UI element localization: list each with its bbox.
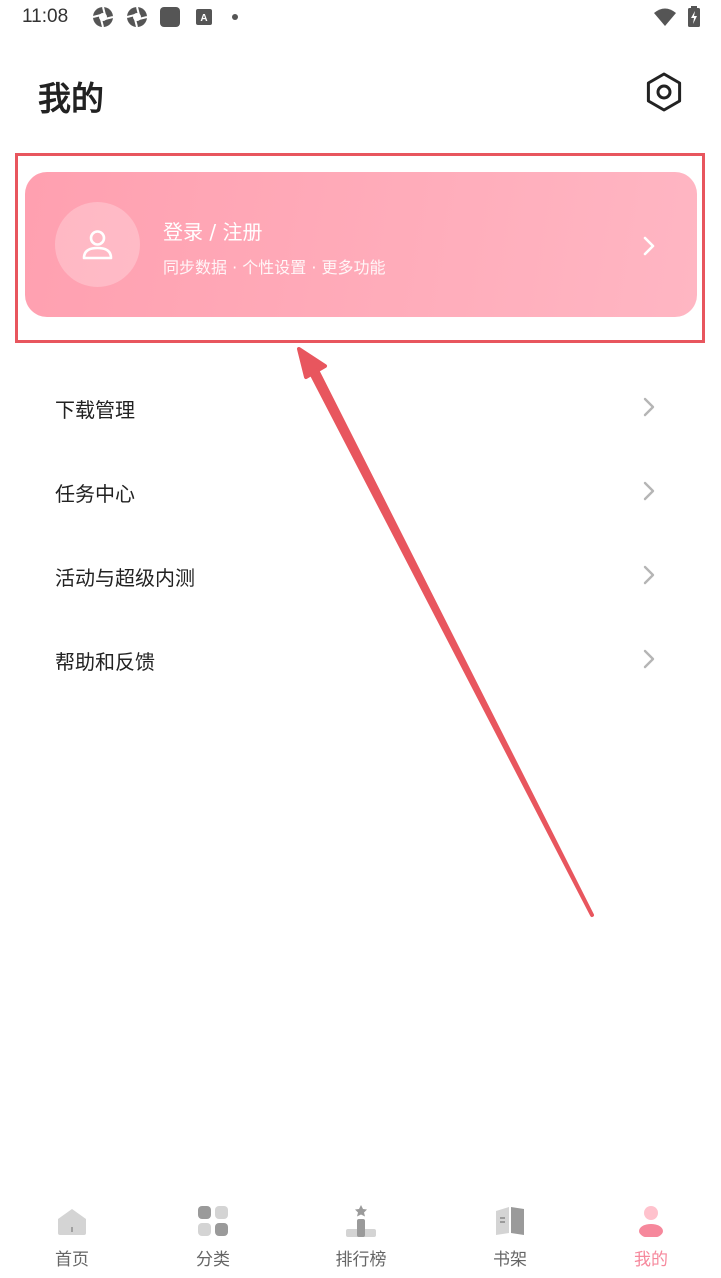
svg-text:A: A xyxy=(200,13,207,24)
menu-item-activities-beta[interactable]: 活动与超级内测 xyxy=(0,534,721,618)
menu-item-label: 活动与超级内测 xyxy=(55,566,195,590)
profile-icon xyxy=(639,1206,663,1237)
login-title: 登录 / 注册 xyxy=(163,220,263,244)
aperture-icon xyxy=(92,6,114,28)
square-icon xyxy=(159,6,181,28)
chevron-right-icon xyxy=(643,397,655,417)
chevron-right-icon xyxy=(643,236,655,256)
wifi-icon xyxy=(653,6,676,28)
status-bar: 11:08 A xyxy=(0,0,721,36)
nav-label: 排行榜 xyxy=(335,1250,387,1270)
menu-item-label: 下载管理 xyxy=(55,398,135,422)
bookshelf-icon xyxy=(496,1207,524,1235)
page-title: 我的 xyxy=(38,79,104,118)
avatar xyxy=(55,202,140,287)
user-icon xyxy=(82,230,113,260)
status-time: 11:08 xyxy=(22,6,69,27)
menu-item-label: 帮助和反馈 xyxy=(55,650,155,674)
menu-item-label: 任务中心 xyxy=(55,482,135,506)
chevron-right-icon xyxy=(643,481,655,501)
chevron-right-icon xyxy=(643,565,655,585)
chevron-right-icon xyxy=(643,649,655,669)
login-register-card[interactable]: 登录 / 注册 同步数据 · 个性设置 · 更多功能 xyxy=(25,172,697,317)
category-grid-icon xyxy=(198,1206,228,1236)
home-icon xyxy=(58,1209,86,1235)
notification-dot-icon xyxy=(232,14,238,20)
settings-button[interactable] xyxy=(642,70,686,114)
nav-label: 首页 xyxy=(55,1250,89,1270)
nav-item-ranking[interactable]: 排行榜 xyxy=(289,1195,433,1278)
nav-label: 书架 xyxy=(493,1250,527,1270)
bottom-nav: 首页 分类 排行榜 书架 我的 xyxy=(0,1195,721,1278)
a-icon: A xyxy=(194,6,216,28)
nav-item-home[interactable]: 首页 xyxy=(0,1195,144,1278)
aperture-icon xyxy=(126,6,148,28)
nav-item-category[interactable]: 分类 xyxy=(141,1195,285,1278)
battery-icon xyxy=(687,6,701,28)
nav-label: 分类 xyxy=(196,1250,230,1270)
nav-item-bookshelf[interactable]: 书架 xyxy=(438,1195,582,1278)
menu-item-help-feedback[interactable]: 帮助和反馈 xyxy=(0,618,721,702)
menu-item-task-center[interactable]: 任务中心 xyxy=(0,450,721,534)
nav-item-mine[interactable]: 我的 xyxy=(579,1195,721,1278)
login-subtitle: 同步数据 · 个性设置 · 更多功能 xyxy=(163,258,386,277)
nav-label: 我的 xyxy=(634,1250,668,1270)
menu-item-download-manager[interactable]: 下载管理 xyxy=(0,366,721,450)
ranking-icon xyxy=(346,1205,376,1237)
gear-icon xyxy=(646,72,682,112)
